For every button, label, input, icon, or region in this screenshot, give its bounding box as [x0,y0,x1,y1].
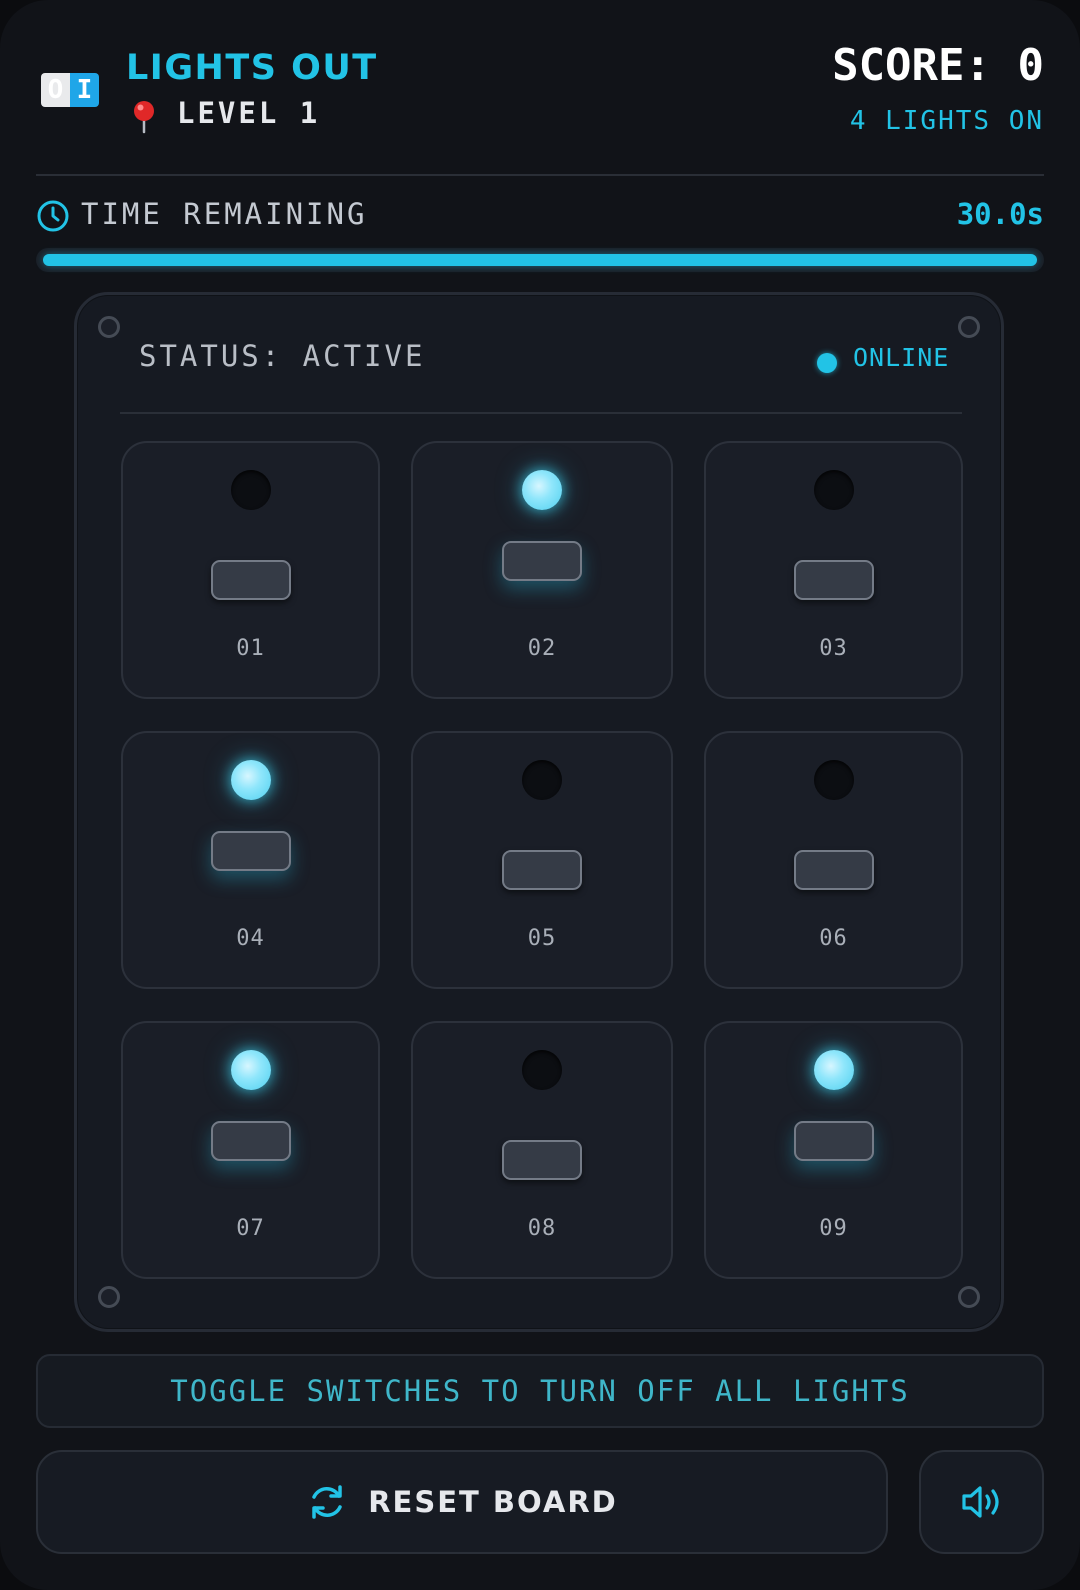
cell-number: 09 [819,1216,848,1241]
switch-cell-07[interactable]: 07 [121,1021,380,1279]
sound-toggle-button[interactable] [919,1450,1044,1554]
reset-board-label: RESET BOARD [368,1485,618,1519]
cell-number: 02 [527,636,557,661]
toggle-switch[interactable] [210,1121,291,1161]
light-indicator [230,470,271,510]
toggle-switch[interactable] [793,560,874,600]
switch-cell-02[interactable]: 02 [411,441,673,699]
light-indicator [813,1050,854,1090]
cell-number: 04 [236,926,265,951]
toggle-switch[interactable] [502,541,582,581]
pushpin-icon [134,101,154,134]
logo: O I [41,73,99,107]
switch-cell-06[interactable]: 06 [704,731,963,989]
cell-number: 03 [819,636,848,661]
online-indicator-dot [817,353,837,373]
light-indicator [230,760,271,800]
switch-cell-05[interactable]: 05 [411,731,673,989]
game-title: LIGHTS OUT [126,48,378,88]
logo-on-block: I [70,73,99,107]
timer-progress-bar [36,248,1044,272]
light-indicator [813,760,854,800]
switch-cell-01[interactable]: 01 [121,441,380,699]
cell-number: 01 [236,636,265,661]
cell-number: 05 [527,926,557,951]
reset-board-button[interactable]: RESET BOARD [36,1450,888,1554]
switch-cell-09[interactable]: 09 [704,1021,963,1279]
screw-bottom-right [958,1286,980,1308]
toggle-switch[interactable] [502,1140,582,1180]
switch-panel: STATUS: ACTIVE ONLINE 01 02 03 04 05 06 … [74,292,1004,1332]
cell-number: 07 [236,1216,265,1241]
panel-divider [120,412,962,414]
time-remaining-label: TIME REMAINING [81,197,368,231]
instruction-hint: TOGGLE SWITCHES TO TURN OFF ALL LIGHTS [36,1354,1044,1428]
light-indicator [522,760,562,800]
time-remaining-value: 30.0s [956,197,1044,231]
lights-on-count: 4 LIGHTS ON [849,106,1044,136]
toggle-switch[interactable] [210,831,291,871]
toggle-switch[interactable] [793,1121,874,1161]
light-indicator [813,470,854,510]
light-indicator [522,470,562,510]
game-window: O I LIGHTS OUT LEVEL 1 SCORE: 0 4 LIGHTS… [0,0,1080,1590]
screw-top-right [958,316,980,338]
clock-icon [37,200,69,232]
toggle-switch[interactable] [502,850,582,890]
switch-cell-03[interactable]: 03 [704,441,963,699]
online-label: ONLINE [853,343,950,372]
status-label: STATUS: ACTIVE [139,339,426,373]
light-indicator [230,1050,271,1090]
header-divider [36,174,1044,176]
light-indicator [522,1050,562,1090]
speaker-icon [961,1486,999,1518]
cell-number: 08 [527,1216,557,1241]
timer-progress-fill [43,254,1037,266]
logo-off-block: O [41,73,70,107]
toggle-switch[interactable] [210,560,291,600]
toggle-switch[interactable] [793,850,874,890]
switch-cell-08[interactable]: 08 [411,1021,673,1279]
cell-number: 06 [819,926,848,951]
level-indicator: LEVEL 1 [177,96,321,130]
switch-cell-04[interactable]: 04 [121,731,380,989]
score-display: SCORE: 0 [832,40,1044,91]
refresh-icon [312,1485,342,1519]
screw-bottom-left [98,1286,120,1308]
screw-top-left [98,316,120,338]
